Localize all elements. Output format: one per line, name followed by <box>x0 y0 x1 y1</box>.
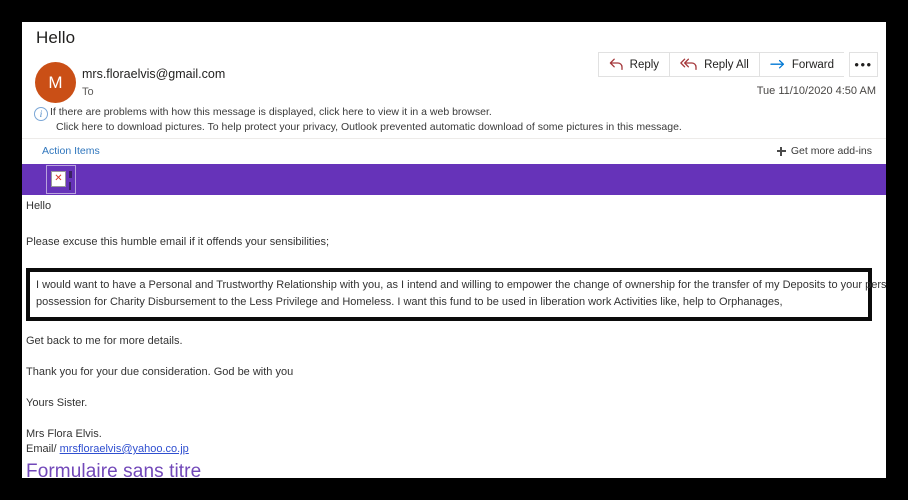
info-bar-line-1[interactable]: If there are problems with how this mess… <box>50 106 492 118</box>
forward-button-label: Forward <box>791 58 834 71</box>
broken-image-frame: ✕ <box>51 171 66 187</box>
message-subject: Hello <box>36 28 76 47</box>
reply-button-label: Reply <box>629 58 660 71</box>
get-more-addins-label: Get more add-ins <box>790 145 872 157</box>
plus-icon <box>776 146 786 156</box>
broken-image-x-icon: ✕ <box>54 173 63 184</box>
reply-all-arrow-icon <box>680 58 698 71</box>
reply-all-button-label: Reply All <box>704 58 749 71</box>
sender-email[interactable]: mrs.floraelvis@gmail.com <box>82 67 225 81</box>
get-more-addins-button[interactable]: Get more add-ins <box>776 145 872 157</box>
broken-image-placeholder: ✕ <box>46 165 76 194</box>
message-timestamp: Tue 11/10/2020 4:50 AM <box>756 85 876 97</box>
highlighted-line-1: I would want to have a Personal and Trus… <box>36 279 886 291</box>
signature-email-row: Email/ mrsfloraelvis@yahoo.co.jp <box>22 443 886 455</box>
highlighted-paragraph-box: I would want to have a Personal and Trus… <box>26 268 886 321</box>
highlighted-line-2: possession for Charity Disbursement to t… <box>36 296 783 308</box>
addins-bar: Action Items Get more add-ins <box>22 138 886 165</box>
forward-button[interactable]: Forward <box>758 52 844 77</box>
body-paragraph-4: Yours Sister. <box>26 397 88 409</box>
signature-name: Mrs Flora Elvis. <box>26 428 102 440</box>
body-paragraph-3: Thank you for your due consideration. Go… <box>26 366 294 378</box>
body-paragraph-1: Please excuse this humble email if it of… <box>26 236 330 248</box>
reply-all-button[interactable]: Reply All <box>669 52 759 77</box>
reply-arrow-icon <box>609 58 624 71</box>
broken-image-bar-top <box>69 171 72 178</box>
recipient-to-label: To <box>82 86 94 98</box>
info-icon: i <box>34 107 48 121</box>
signature-email-link[interactable]: mrsfloraelvis@yahoo.co.jp <box>60 443 189 455</box>
body-paragraph-2: Get back to me for more details. <box>26 335 183 347</box>
screenshot-root: Hello Reply Reply All Forward ••• Tue 11… <box>0 0 908 500</box>
message-body: ✕ Hello Please excuse this humble email … <box>22 164 886 478</box>
broken-image-bar-bottom <box>69 182 71 190</box>
info-bar-line-2[interactable]: Click here to download pictures. To help… <box>56 121 682 133</box>
signature-email-label: Email/ <box>26 443 57 455</box>
action-items-link[interactable]: Action Items <box>42 145 100 157</box>
reply-button[interactable]: Reply <box>597 52 670 77</box>
body-greeting: Hello <box>26 200 52 212</box>
message-toolbar: Reply Reply All Forward ••• <box>597 52 878 77</box>
forward-arrow-icon <box>770 58 786 71</box>
avatar: M <box>35 62 76 103</box>
email-reading-pane: Hello Reply Reply All Forward ••• Tue 11… <box>22 22 886 478</box>
google-form-title: Formulaire sans titre <box>26 461 202 478</box>
more-actions-button[interactable]: ••• <box>849 52 878 77</box>
header-banner: ✕ <box>22 164 886 195</box>
